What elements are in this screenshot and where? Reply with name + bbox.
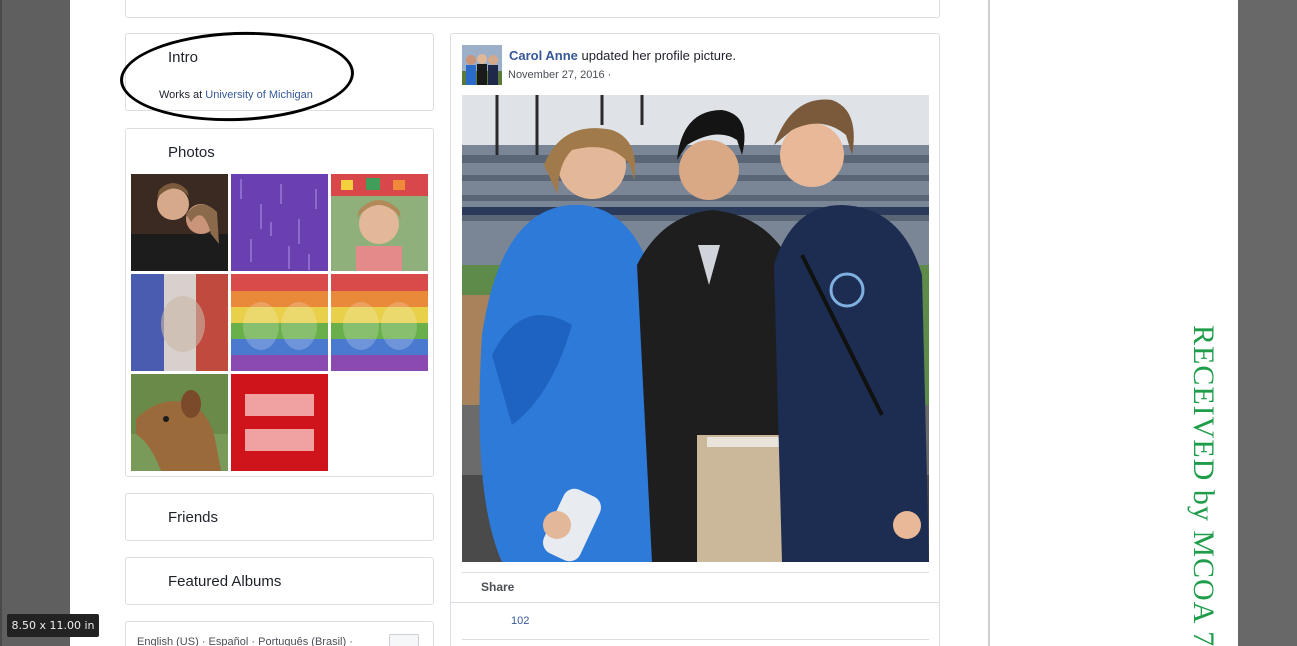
- photo-french-flag-filter[interactable]: [131, 274, 228, 371]
- post-divider-bottom: [462, 639, 929, 640]
- photo-woman-festival[interactable]: [331, 174, 428, 271]
- document-page: Intro Works at University of Michigan Ph…: [70, 0, 1238, 646]
- lang-spanish[interactable]: Español: [209, 636, 249, 646]
- received-stamp-text: RECEIVED by MCOA 7/: [1187, 325, 1220, 646]
- author-avatar[interactable]: [462, 45, 502, 85]
- lang-portuguese[interactable]: Português (Brasil): [258, 636, 346, 646]
- photo-rainbow-filter-1[interactable]: [231, 274, 328, 371]
- featured-albums-card[interactable]: Featured Albums: [125, 557, 434, 605]
- post-action: updated her profile picture.: [581, 48, 737, 63]
- lang-sep: ·: [349, 636, 353, 646]
- photo-rainbow-filter-2[interactable]: [331, 274, 428, 371]
- post-section-divider: [451, 602, 939, 603]
- reaction-count[interactable]: 102: [511, 615, 529, 627]
- received-stamp: RECEIVED by MCOA 7/: [1180, 325, 1220, 646]
- viewer-right-gutter: [1238, 0, 1297, 646]
- featured-albums-title[interactable]: Featured Albums: [168, 573, 281, 590]
- language-footer-card: English (US) · Español · Português (Bras…: [125, 621, 434, 646]
- lang-sep: ·: [201, 636, 206, 646]
- photo-dog[interactable]: [131, 374, 228, 471]
- language-links: English (US) · Español · Português (Bras…: [137, 636, 353, 646]
- previous-card-stub: [125, 0, 940, 18]
- photos-title[interactable]: Photos: [168, 144, 215, 161]
- post-divider: [462, 572, 929, 573]
- photo-equality-logo[interactable]: [231, 374, 328, 471]
- share-button[interactable]: Share: [481, 580, 514, 594]
- friends-title[interactable]: Friends: [168, 509, 218, 526]
- add-language-button[interactable]: [389, 634, 419, 646]
- photos-card: Photos: [125, 128, 434, 477]
- page-size-indicator: 8.50 x 11.00 in: [7, 614, 99, 637]
- post-card: Carol Anne updated her profile picture. …: [450, 33, 940, 646]
- post-author-link[interactable]: Carol Anne: [509, 48, 578, 63]
- post-headline: Carol Anne updated her profile picture.: [509, 48, 736, 63]
- lang-sep: ·: [251, 636, 256, 646]
- friends-card[interactable]: Friends: [125, 493, 434, 541]
- lang-english[interactable]: English (US): [137, 636, 199, 646]
- profile-picture-photo[interactable]: [462, 95, 929, 562]
- post-date[interactable]: November 27, 2016 ·: [508, 69, 611, 81]
- page-column-divider: [988, 0, 990, 646]
- viewer-left-gutter: [0, 0, 70, 646]
- photo-two-women[interactable]: [131, 174, 228, 271]
- photo-purple-rain[interactable]: [231, 174, 328, 271]
